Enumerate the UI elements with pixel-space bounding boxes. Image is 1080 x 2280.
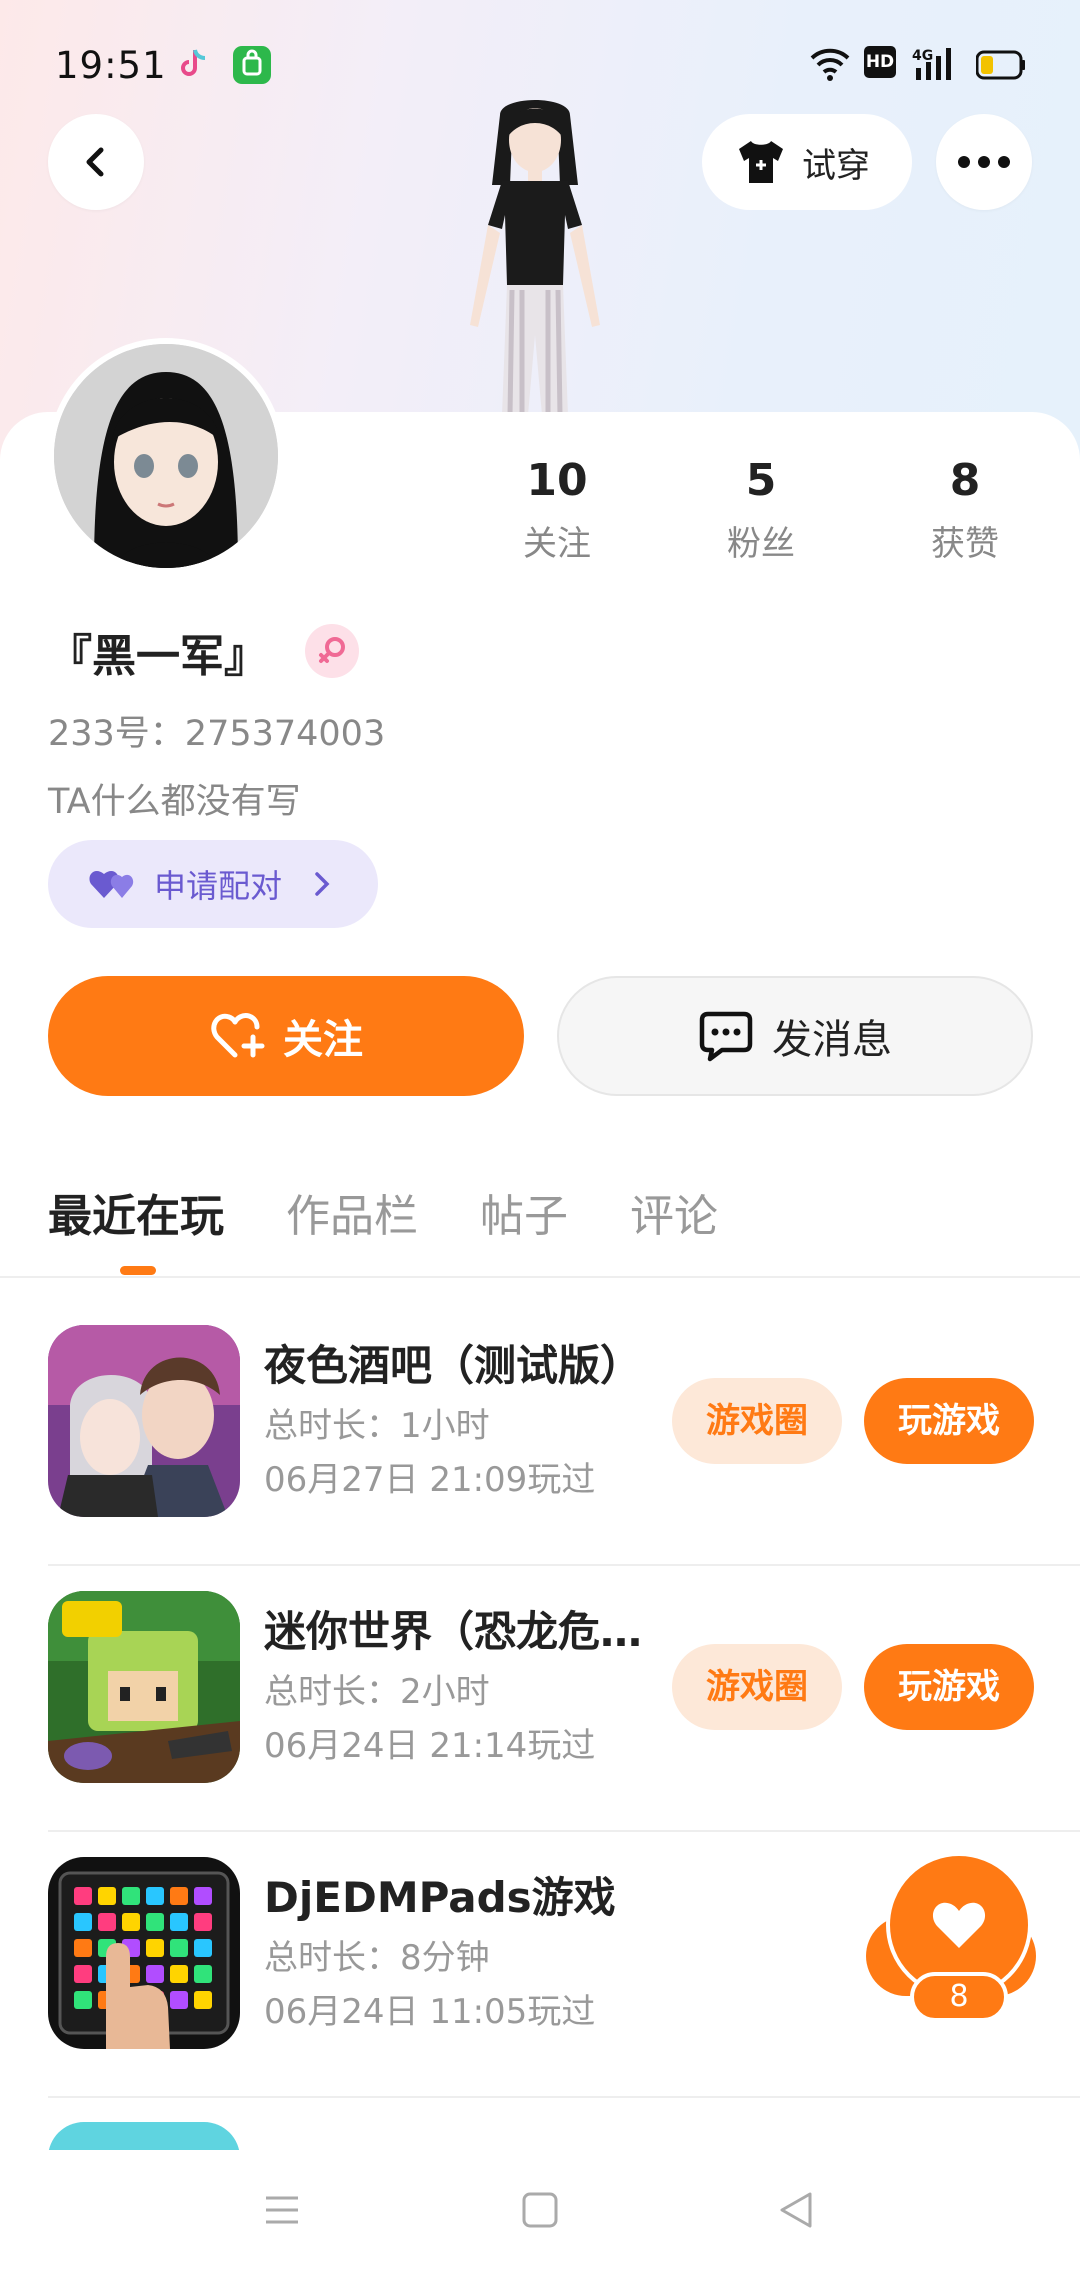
game-duration: 总时长：8分钟 bbox=[264, 1938, 490, 1978]
following-label: 关注 bbox=[523, 524, 591, 564]
status-time: 19:51 bbox=[55, 44, 167, 87]
list-item[interactable]: 夜色酒吧（测试版） 总时长：1小时 06月27日 21:09玩过 游戏圈 玩游戏 bbox=[48, 1300, 1080, 1566]
follow-label: 关注 bbox=[283, 1017, 363, 1063]
game-thumbnail[interactable] bbox=[48, 1591, 240, 1783]
try-on-button[interactable]: 试穿 bbox=[702, 114, 912, 210]
tab-works[interactable]: 作品栏 bbox=[286, 1180, 418, 1260]
game-duration: 总时长：2小时 bbox=[264, 1672, 490, 1712]
play-game-button[interactable]: 玩游戏 bbox=[864, 1644, 1034, 1730]
chat-bubble-icon bbox=[699, 1011, 753, 1062]
home-icon[interactable] bbox=[520, 2190, 560, 2230]
stat-likes[interactable]: 8 获赞 bbox=[885, 455, 1045, 565]
tiktok-icon bbox=[181, 49, 206, 76]
chevron-left-icon bbox=[86, 147, 104, 177]
svg-text:4G: 4G bbox=[912, 48, 933, 64]
back-nav-icon[interactable] bbox=[776, 2190, 816, 2230]
double-heart-icon bbox=[89, 871, 134, 898]
more-button[interactable] bbox=[936, 114, 1032, 210]
battery-icon bbox=[976, 50, 1025, 80]
send-message-label: 发消息 bbox=[772, 1017, 892, 1063]
list-item[interactable] bbox=[48, 2098, 1080, 2150]
like-floating-button[interactable]: 8 bbox=[866, 1852, 1036, 2022]
wifi-icon bbox=[810, 48, 850, 81]
signal-icon: 4G bbox=[912, 48, 951, 80]
back-button[interactable] bbox=[48, 114, 144, 210]
game-title: 夜色酒吧（测试版） bbox=[264, 1341, 643, 1390]
chevron-right-icon bbox=[315, 872, 330, 896]
heart-icon bbox=[932, 1902, 986, 1948]
game-circle-button[interactable]: 游戏圈 bbox=[672, 1378, 842, 1464]
user-name: 『黑一军』 bbox=[48, 631, 268, 682]
game-last-played: 06月27日 21:09玩过 bbox=[264, 1460, 596, 1500]
game-title: 迷你世界（恐龙危… bbox=[264, 1607, 643, 1656]
request-pair-label: 申请配对 bbox=[154, 867, 283, 905]
game-last-played: 06月24日 21:14玩过 bbox=[264, 1726, 596, 1766]
send-message-button[interactable]: 发消息 bbox=[557, 976, 1033, 1096]
followers-label: 粉丝 bbox=[727, 524, 795, 564]
game-thumbnail[interactable] bbox=[48, 2122, 240, 2150]
shop-app-icon bbox=[233, 46, 271, 84]
female-gender-icon bbox=[305, 624, 359, 678]
follow-button[interactable]: 关注 bbox=[48, 976, 524, 1096]
tab-posts[interactable]: 帖子 bbox=[480, 1180, 568, 1260]
game-last-played: 06月24日 11:05玩过 bbox=[264, 1992, 596, 2032]
following-count: 10 bbox=[526, 455, 588, 506]
game-duration: 总时长：1小时 bbox=[264, 1406, 490, 1446]
try-on-label: 试穿 bbox=[802, 145, 870, 186]
game-circle-button[interactable]: 游戏圈 bbox=[672, 1644, 842, 1730]
profile-tabs: 最近在玩 作品栏 帖子 评论 bbox=[48, 1180, 780, 1260]
likes-count: 8 bbox=[949, 455, 981, 506]
more-dots-icon bbox=[958, 156, 1010, 168]
tabs-divider bbox=[0, 1276, 1080, 1278]
tshirt-icon bbox=[739, 141, 783, 183]
stat-following[interactable]: 10 关注 bbox=[477, 455, 637, 565]
user-bio: TA什么都没有写 bbox=[48, 782, 301, 822]
user-id: 233号：275374003 bbox=[48, 714, 386, 754]
request-pair-button[interactable]: 申请配对 bbox=[48, 840, 378, 928]
game-title: DjEDMPads游戏 bbox=[264, 1873, 616, 1922]
profile-page: 19:51 HD 4G 试穿 10 关注 5 粉丝 8 获赞 『黑一军』 233… bbox=[0, 0, 1080, 2280]
system-navigation-bar bbox=[0, 2150, 1080, 2280]
menu-icon[interactable] bbox=[262, 2190, 302, 2230]
hd-icon: HD bbox=[864, 46, 896, 78]
followers-count: 5 bbox=[745, 455, 777, 506]
play-game-button[interactable]: 玩游戏 bbox=[864, 1378, 1034, 1464]
avatar-character-figure[interactable] bbox=[430, 95, 640, 415]
game-thumbnail[interactable] bbox=[48, 1857, 240, 2049]
stat-followers[interactable]: 5 粉丝 bbox=[681, 455, 841, 565]
active-tab-indicator bbox=[120, 1266, 156, 1275]
heart-plus-icon bbox=[211, 1013, 265, 1058]
avatar[interactable] bbox=[48, 338, 284, 574]
game-thumbnail[interactable] bbox=[48, 1325, 240, 1517]
tab-recently-played[interactable]: 最近在玩 bbox=[48, 1180, 224, 1260]
likes-label: 获赞 bbox=[931, 524, 999, 564]
like-count-badge: 8 bbox=[910, 1972, 1008, 2022]
list-item[interactable]: 迷你世界（恐龙危… 总时长：2小时 06月24日 21:14玩过 游戏圈 玩游戏 bbox=[48, 1566, 1080, 1832]
tab-comments[interactable]: 评论 bbox=[630, 1180, 718, 1260]
avatar-portrait-image bbox=[54, 344, 278, 568]
